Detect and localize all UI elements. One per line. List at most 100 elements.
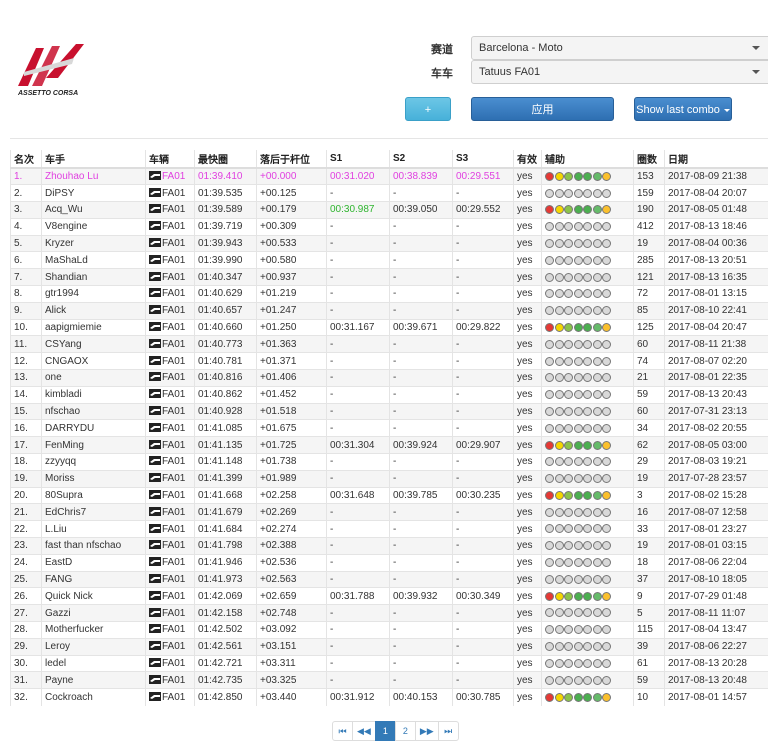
table-row[interactable]: 25. FANG FA01 01:41.973 +02.563- - - yes 37 2017-… (10, 570, 768, 588)
cell-date: 2017-08-03 19:21 (664, 453, 768, 471)
table-row[interactable]: 3. Acq_Wu FA01 01:39.589 +00.179 00:30.987 00:… (10, 201, 768, 219)
table-row[interactable]: 29. Leroy FA01 01:42.561 +03.151- - - yes 39 2017… (10, 637, 768, 656)
table-row[interactable]: 16. DARRYDU FA01 01:41.085 +01.675- - - yes 34 20… (10, 419, 768, 437)
next-page-icon[interactable]: ▶▶ (414, 721, 439, 741)
car-icon (149, 456, 161, 466)
cell-rank: 7. (10, 268, 42, 286)
aids-icons (545, 188, 612, 198)
cell-rank: 32. (10, 688, 42, 706)
assetto-corsa-logo[interactable]: ASSETTO CORSA (14, 38, 90, 98)
table-row[interactable]: 18. zzyyqq FA01 01:41.148 +01.738- - - yes 29 201… (10, 453, 768, 471)
show-last-combo-button[interactable]: Show last combo (634, 97, 732, 121)
tc-icon (554, 440, 564, 450)
table-row[interactable]: 26. Quick Nick FA01 01:42.069 +02.659 00:31.7… (10, 587, 768, 605)
car-select[interactable]: Tatuus FA01 (471, 60, 768, 84)
autoshift-icon (583, 356, 592, 366)
car-label: FA01 (162, 171, 186, 183)
table-row[interactable]: 6. MaShaLd FA01 01:39.990 +00.580- - - yes 285 20… (10, 251, 768, 269)
table-row[interactable]: 24. EastD FA01 01:41.946 +02.536- - - yes 18 2017… (10, 553, 768, 572)
car-label: FA01 (162, 506, 186, 518)
cell-car: FA01 (145, 301, 195, 320)
table-row[interactable]: 32. Cockroach FA01 01:42.850 +03.440 00:31.91… (10, 688, 768, 706)
table-row[interactable]: 22. L.Liu FA01 01:41.684 +02.274- - - yes 33 2017… (10, 520, 768, 538)
col-best-lap[interactable]: 最快圈 (194, 150, 257, 169)
table-row[interactable]: 5. Kryzer FA01 01:39.943 +00.533- - - yes 19 2017… (10, 234, 768, 252)
table-row[interactable]: 9. Alick FA01 01:40.657 +01.247- - - yes 85 2017-… (10, 301, 768, 320)
table-row[interactable]: 28. Motherfucker FA01 01:42.502 +03.092- - - ye… (10, 621, 768, 639)
abs-icon (545, 440, 554, 450)
idealline-icon (592, 289, 602, 299)
table-row[interactable]: 12. CNGAOX FA01 01:40.781 +01.371- - - yes 74 201… (10, 352, 768, 370)
aids-icons (545, 608, 612, 618)
table-row[interactable]: 19. Moriss FA01 01:41.399 +01.989- - - yes 19 201… (10, 469, 768, 488)
apply-button[interactable]: 应用 (471, 97, 614, 121)
table-row[interactable]: 8. gtr1994 FA01 01:40.629 +01.219- - - yes 72 201… (10, 285, 768, 303)
table-row[interactable]: 1. Zhouhao Lu FA01 01:39.410 +00.000 00:31.02… (10, 167, 768, 185)
autoclutch-icon (573, 289, 583, 299)
cell-s3: - (452, 419, 514, 437)
cell-driver: DiPSY (41, 184, 146, 202)
aids-icons (545, 322, 612, 332)
aids-icons (545, 205, 612, 215)
table-row[interactable]: 30. ledel FA01 01:42.721 +03.311- - - yes 61 2017… (10, 654, 768, 672)
col-driver[interactable]: 车手 (41, 150, 146, 169)
cell-best-lap: 01:42.158 (194, 604, 257, 622)
cell-valid: yes (513, 688, 542, 706)
cell-aids (541, 402, 634, 420)
table-row[interactable]: 27. Gazzi FA01 01:42.158 +02.748- - - yes 5 2017-… (10, 604, 768, 622)
table-row[interactable]: 4. V8engine FA01 01:39.719 +00.309- - - yes 412 2… (10, 217, 768, 236)
first-page-icon[interactable]: ⏮ (332, 721, 353, 741)
table-row[interactable]: 11. CSYang FA01 01:40.773 +01.363- - - yes 60 201… (10, 335, 768, 353)
cell-aids (541, 553, 634, 572)
idealline-icon (592, 306, 602, 316)
page-1-button[interactable]: 1 (374, 721, 396, 741)
col-s1[interactable]: S1 (326, 150, 390, 169)
stability-icon (564, 406, 573, 416)
cell-laps: 5 (633, 604, 665, 622)
stability-icon (564, 591, 573, 601)
cell-date: 2017-08-13 20:28 (664, 654, 768, 672)
cell-rank: 6. (10, 251, 42, 269)
table-row[interactable]: 15. nfschao FA01 01:40.928 +01.518- - - yes 60 20… (10, 402, 768, 420)
col-rank[interactable]: 名次 (10, 150, 42, 169)
col-s3[interactable]: S3 (452, 150, 514, 169)
aids-icons (545, 625, 612, 635)
col-car[interactable]: 车辆 (145, 150, 195, 169)
autoclutch-icon (573, 474, 583, 484)
prev-page-icon[interactable]: ◀◀ (352, 721, 376, 741)
table-row[interactable]: 14. kimbladi FA01 01:40.862 +01.452- - - yes 59 2… (10, 385, 768, 404)
col-valid[interactable]: 有效 (513, 150, 542, 169)
col-date[interactable]: 日期 (664, 150, 768, 169)
table-row[interactable]: 21. EdChris7 FA01 01:41.679 +02.269- - - yes 16 2… (10, 503, 768, 521)
table-row[interactable]: 20. 80Supra FA01 01:41.668 +02.258 00:31.648 0… (10, 486, 768, 504)
page-2-button[interactable]: 2 (394, 721, 416, 741)
cell-gap: +00.580 (256, 251, 327, 269)
col-gap[interactable]: 落后于杆位 (256, 150, 327, 169)
car-icon (149, 523, 161, 533)
table-row[interactable]: 17. FenMing FA01 01:41.135 +01.725 00:31.304 0… (10, 436, 768, 454)
abs-icon (545, 205, 554, 215)
table-row[interactable]: 23. fast than nfschao FA01 01:41.798 +02.388… (10, 537, 768, 555)
cell-aids (541, 537, 634, 555)
table-row[interactable]: 31. Payne FA01 01:42.735 +03.325- - - yes 59 2017… (10, 671, 768, 689)
track-select[interactable]: Barcelona - Moto (471, 36, 768, 60)
cell-valid: yes (513, 385, 542, 404)
cell-valid: yes (513, 570, 542, 588)
last-page-icon[interactable]: ⏭ (437, 721, 459, 741)
car-label: FA01 (162, 473, 186, 485)
col-laps[interactable]: 圈数 (633, 150, 665, 169)
stability-icon (564, 658, 573, 668)
autoclutch-icon (573, 373, 583, 383)
table-row[interactable]: 10. aapigmiemie FA01 01:40.660 +01.250 00:31.… (10, 318, 768, 336)
car-icon (149, 187, 161, 197)
table-row[interactable]: 7. Shandian FA01 01:40.347 +00.937- - - yes 121 2… (10, 268, 768, 286)
autoclutch-icon (573, 222, 583, 232)
table-row[interactable]: 13. one FA01 01:40.816 +01.406- - - yes 21 2017-0… (10, 369, 768, 387)
table-row[interactable]: 2. DiPSY FA01 01:39.535 +00.125- - - yes 159 2017… (10, 184, 768, 202)
autoshift-icon (583, 524, 592, 534)
add-button[interactable]: + (405, 97, 451, 121)
col-s2[interactable]: S2 (389, 150, 453, 169)
track-select-value: Barcelona - Moto (479, 42, 563, 54)
col-aids[interactable]: 辅助 (541, 150, 634, 169)
cell-valid: yes (513, 637, 542, 656)
